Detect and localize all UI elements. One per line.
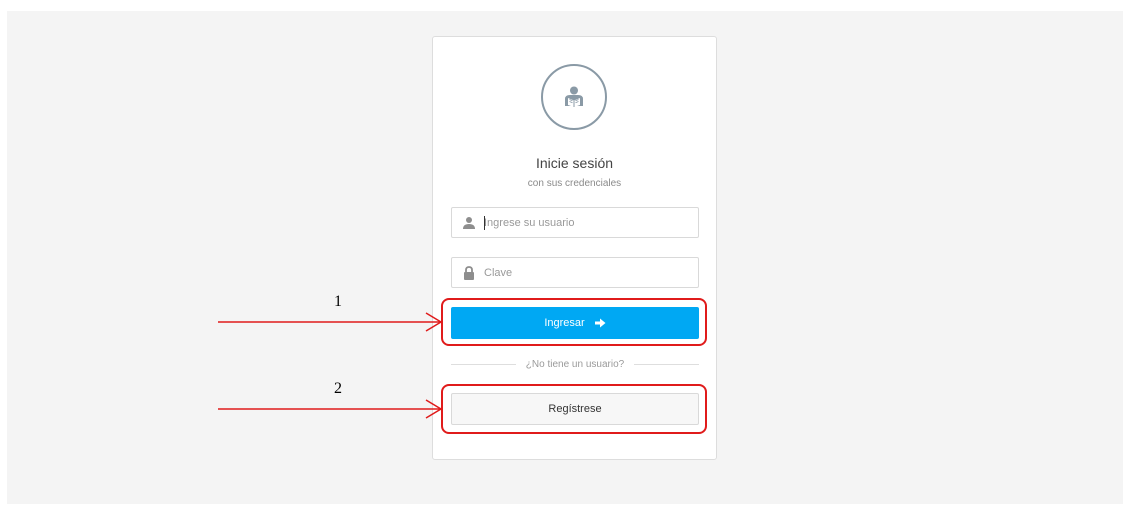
annotation-arrows [218,312,443,419]
annotation-arrow-1 [218,312,443,332]
annotation-arrow-2 [218,399,443,419]
